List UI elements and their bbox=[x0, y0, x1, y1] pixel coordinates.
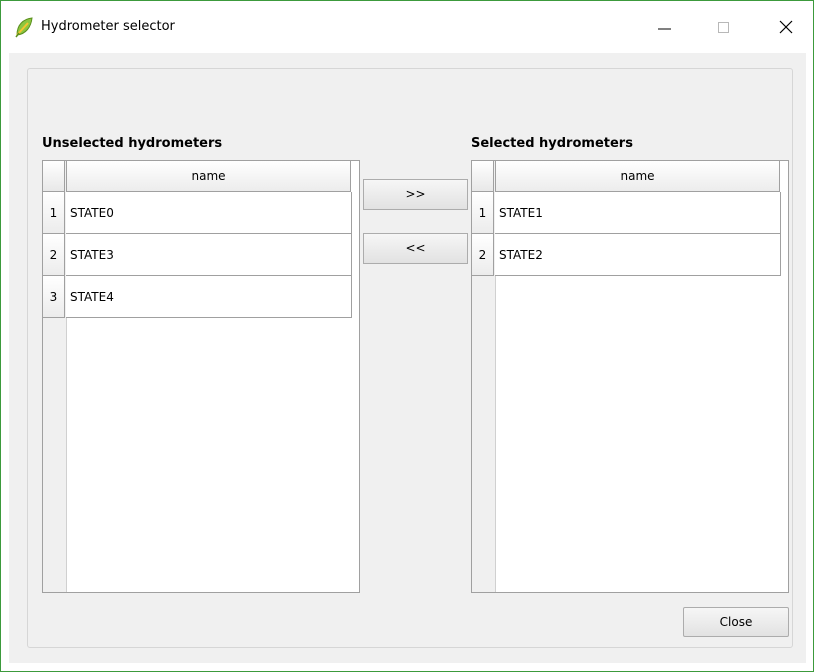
table-cell[interactable]: STATE2 bbox=[495, 234, 781, 276]
corner-button[interactable] bbox=[472, 161, 494, 192]
window-title: Hydrometer selector bbox=[41, 19, 175, 34]
dialog-client-area: Unselected hydrometers Selected hydromet… bbox=[9, 53, 806, 663]
table-row[interactable]: 1 STATE1 bbox=[472, 192, 781, 234]
remove-selected-button[interactable]: << bbox=[363, 233, 468, 264]
table-cell[interactable]: STATE1 bbox=[495, 192, 781, 234]
add-selected-button[interactable]: >> bbox=[363, 179, 468, 210]
qgis-leaf-icon bbox=[15, 17, 33, 38]
table-row[interactable]: 2 STATE3 bbox=[43, 234, 352, 276]
table-cell[interactable]: STATE4 bbox=[66, 276, 352, 318]
close-window-button[interactable] bbox=[763, 9, 809, 45]
column-header-name[interactable]: name bbox=[495, 161, 780, 192]
table-row[interactable]: 2 STATE2 bbox=[472, 234, 781, 276]
selected-label: Selected hydrometers bbox=[471, 136, 633, 151]
row-number[interactable]: 3 bbox=[43, 276, 65, 318]
title-bar[interactable]: Hydrometer selector bbox=[1, 1, 813, 51]
selected-table[interactable]: name 1 STATE1 2 STATE2 bbox=[471, 160, 789, 593]
table-cell[interactable]: STATE3 bbox=[66, 234, 352, 276]
row-number[interactable]: 1 bbox=[43, 192, 65, 234]
close-button[interactable]: Close bbox=[683, 607, 789, 637]
maximize-icon bbox=[718, 22, 729, 33]
minimize-icon bbox=[658, 28, 671, 30]
table-row[interactable]: 1 STATE0 bbox=[43, 192, 352, 234]
row-number[interactable]: 1 bbox=[472, 192, 494, 234]
close-icon bbox=[779, 20, 793, 34]
table-cell[interactable]: STATE0 bbox=[66, 192, 352, 234]
corner-button[interactable] bbox=[43, 161, 65, 192]
minimize-button[interactable] bbox=[641, 9, 687, 45]
maximize-button[interactable] bbox=[701, 9, 747, 45]
table-row[interactable]: 3 STATE4 bbox=[43, 276, 352, 318]
unselected-label: Unselected hydrometers bbox=[42, 136, 223, 151]
row-number[interactable]: 2 bbox=[472, 234, 494, 276]
row-number[interactable]: 2 bbox=[43, 234, 65, 276]
unselected-table[interactable]: name 1 STATE0 2 STATE3 3 STATE4 bbox=[42, 160, 360, 593]
dialog-window: Hydrometer selector Unselected hydromete… bbox=[0, 0, 814, 672]
column-header-name[interactable]: name bbox=[66, 161, 351, 192]
